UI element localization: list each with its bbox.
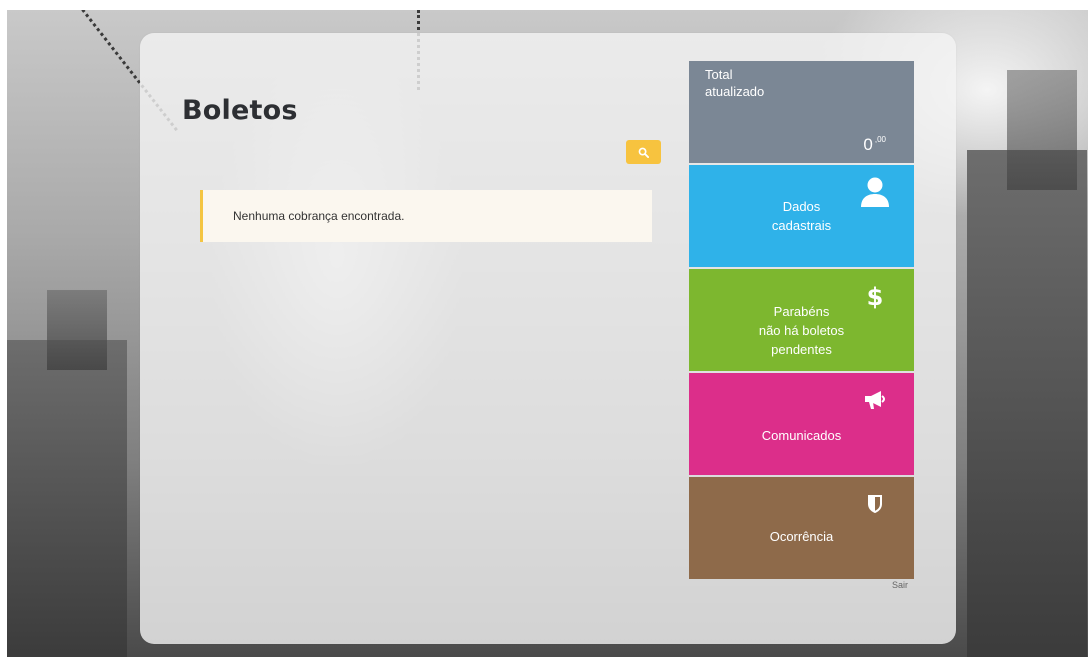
- bg-building: [7, 340, 127, 657]
- tile-total-label: Total atualizado: [705, 67, 765, 99]
- bg-building: [1007, 70, 1077, 190]
- total-value-integer: 0: [863, 135, 873, 154]
- tile-occurrence-label: Ocorrência: [769, 529, 834, 544]
- tile-registration-data[interactable]: Dados cadastrais: [689, 165, 914, 267]
- total-value-cents: ,00: [874, 135, 886, 144]
- tile-registration-label: Dados cadastrais: [771, 199, 832, 233]
- megaphone-icon: [858, 383, 892, 417]
- logout-link[interactable]: Sair: [892, 580, 908, 590]
- dashboard-tiles: Total atualizado 0,00 Dados cadastrais $…: [689, 61, 914, 581]
- shield-icon: [858, 487, 892, 521]
- bg-building: [47, 290, 107, 370]
- tile-no-pending-boletos[interactable]: $ Parabéns não há boletos pendentes: [689, 269, 914, 371]
- search-button[interactable]: [626, 140, 661, 164]
- bg-building: [967, 150, 1087, 657]
- tile-announcements[interactable]: Comunicados: [689, 373, 914, 475]
- empty-results-alert: Nenhuma cobrança encontrada.: [200, 190, 652, 242]
- alert-message: Nenhuma cobrança encontrada.: [233, 209, 405, 223]
- tile-total-updated[interactable]: Total atualizado 0,00: [689, 61, 914, 163]
- tile-occurrence[interactable]: Ocorrência: [689, 477, 914, 579]
- page-title: Boletos: [182, 95, 298, 126]
- total-value: 0,00: [863, 135, 886, 155]
- search-icon: [638, 143, 649, 162]
- tile-announcements-label: Comunicados: [761, 428, 842, 443]
- tile-no-pending-label: Parabéns não há boletos pendentes: [758, 304, 845, 357]
